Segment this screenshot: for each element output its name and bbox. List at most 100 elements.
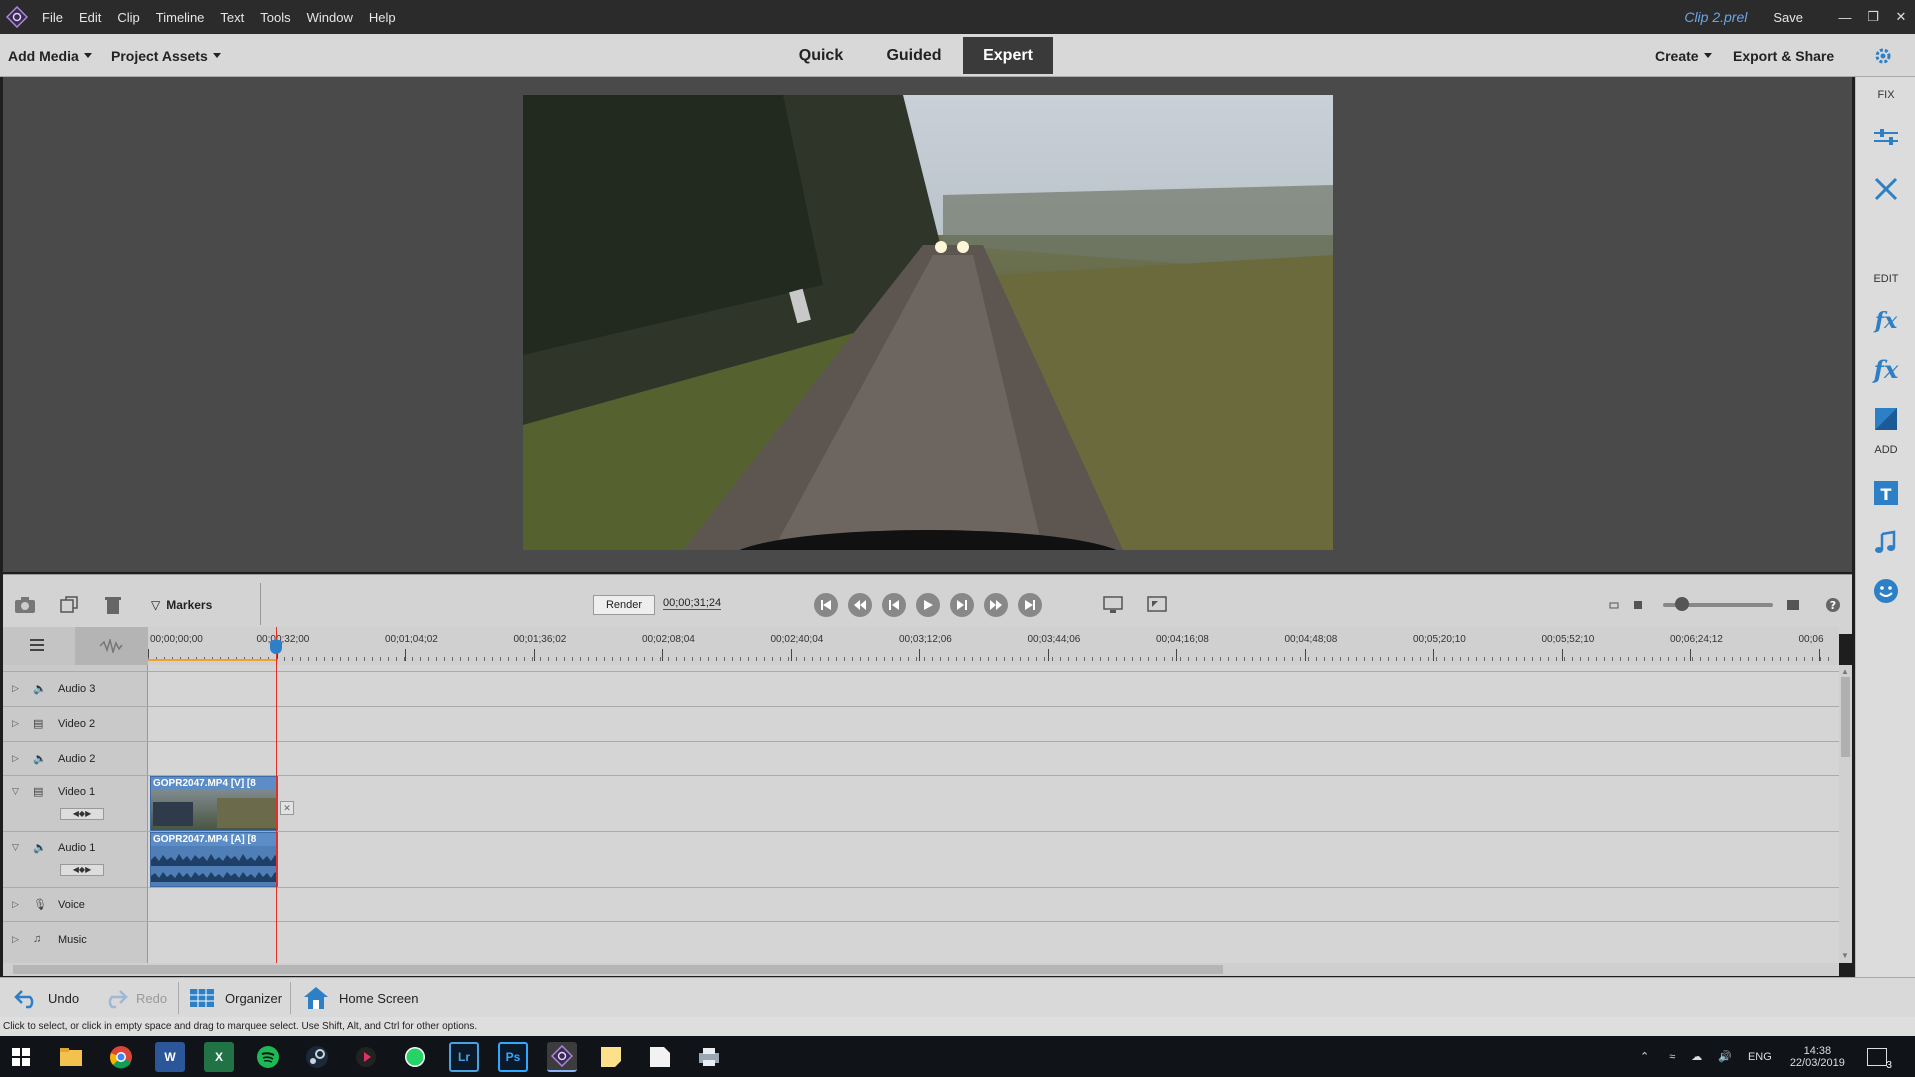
- media-player-icon[interactable]: [351, 1042, 381, 1072]
- playhead-line[interactable]: [276, 627, 277, 963]
- step-back-icon[interactable]: [882, 593, 906, 617]
- organizer-button[interactable]: Organizer: [189, 978, 282, 1018]
- work-area-bar[interactable]: [148, 659, 278, 661]
- track-voice[interactable]: ▷ 🎙 Voice: [3, 888, 1839, 922]
- fast-forward-icon[interactable]: [984, 593, 1008, 617]
- step-forward-icon[interactable]: [950, 593, 974, 617]
- zoom-slider-handle[interactable]: [1675, 597, 1689, 611]
- music-note-icon[interactable]: [1870, 527, 1902, 559]
- photoshop-icon[interactable]: Ps: [498, 1042, 528, 1072]
- chrome-icon[interactable]: [106, 1042, 136, 1072]
- export-share-button[interactable]: Export & Share: [1733, 34, 1834, 77]
- horizontal-scrollbar[interactable]: [3, 963, 1839, 976]
- help-icon[interactable]: ?: [1821, 594, 1845, 616]
- track-audio-2[interactable]: ▷ 🔈 Audio 2: [3, 742, 1839, 776]
- whatsapp-icon[interactable]: [400, 1042, 430, 1072]
- go-to-end-icon[interactable]: [1018, 593, 1042, 617]
- lightroom-icon[interactable]: Lr: [449, 1042, 479, 1072]
- action-center-icon[interactable]: 3: [1866, 1047, 1892, 1071]
- track-music[interactable]: ▷ ♫ Music: [3, 922, 1839, 963]
- menu-timeline[interactable]: Timeline: [148, 10, 213, 25]
- menu-text[interactable]: Text: [212, 10, 252, 25]
- camera-icon[interactable]: [13, 594, 37, 616]
- menu-help[interactable]: Help: [361, 10, 404, 25]
- menu-clip[interactable]: Clip: [109, 10, 147, 25]
- undo-button[interactable]: Undo: [14, 978, 79, 1018]
- trash-icon[interactable]: [101, 594, 125, 616]
- graphics-smiley-icon[interactable]: [1870, 575, 1902, 607]
- effects-icon[interactable]: fx: [1870, 353, 1902, 385]
- sticky-notes-icon[interactable]: [596, 1042, 626, 1072]
- track-video-1[interactable]: ▽ ▤ Video 1 ◀◆▶ GOPR2047.MP4 [V] [8 ✕: [3, 776, 1839, 832]
- volume-icon[interactable]: 🔊: [1718, 1050, 1732, 1063]
- printer-icon[interactable]: [694, 1042, 724, 1072]
- word-icon[interactable]: W: [155, 1042, 185, 1072]
- create-button[interactable]: Create: [1655, 34, 1712, 77]
- tab-quick[interactable]: Quick: [780, 37, 862, 74]
- file-explorer-icon[interactable]: [56, 1042, 86, 1072]
- go-to-start-icon[interactable]: [814, 593, 838, 617]
- onedrive-cloud-icon[interactable]: ☁: [1691, 1050, 1702, 1063]
- add-media-button[interactable]: Add Media: [8, 34, 92, 77]
- save-button[interactable]: Save: [1773, 10, 1803, 25]
- scroll-up-icon[interactable]: ▲: [1841, 667, 1850, 676]
- clock[interactable]: 14:38 22/03/2019: [1790, 1045, 1845, 1069]
- expand-arrow-icon[interactable]: ▷: [12, 718, 19, 729]
- menu-tools[interactable]: Tools: [252, 10, 298, 25]
- adjustments-sliders-icon[interactable]: [1870, 123, 1902, 155]
- clip-copy-icon[interactable]: [57, 594, 81, 616]
- settings-gear-icon[interactable]: [1873, 34, 1893, 77]
- keyframe-nav-icon[interactable]: ◀◆▶: [60, 864, 104, 876]
- rewind-icon[interactable]: [848, 593, 872, 617]
- track-audio-3[interactable]: ▷ 🔈 Audio 3: [3, 672, 1839, 707]
- horizontal-scroll-thumb[interactable]: [13, 965, 1223, 974]
- show-hidden-icons-icon[interactable]: ⌃: [1640, 1050, 1649, 1063]
- transition-placeholder-icon[interactable]: ✕: [280, 801, 294, 815]
- applied-effects-icon[interactable]: fx: [1870, 305, 1902, 337]
- markers-dropdown[interactable]: ▽ Markers: [151, 594, 241, 616]
- fullscreen-icon[interactable]: [1145, 594, 1169, 616]
- track-audio-1[interactable]: ▽ 🔈 Audio 1 ◀◆▶ GOPR2047.MP4 [A] [8: [3, 832, 1839, 888]
- titles-text-icon[interactable]: T: [1870, 477, 1902, 509]
- premiere-elements-taskbar-icon[interactable]: [547, 1042, 577, 1072]
- render-button[interactable]: Render: [593, 595, 655, 615]
- scroll-down-icon[interactable]: ▼: [1841, 951, 1850, 960]
- collapse-arrow-icon[interactable]: ▽: [12, 842, 19, 853]
- track-video-2[interactable]: ▷ ▤ Video 2: [3, 707, 1839, 742]
- transitions-icon[interactable]: [1870, 403, 1902, 435]
- restore-icon[interactable]: ❐: [1859, 0, 1887, 34]
- menu-window[interactable]: Window: [299, 10, 361, 25]
- audio-clip[interactable]: GOPR2047.MP4 [A] [8: [150, 832, 278, 887]
- current-timecode[interactable]: 00;00;31;24: [663, 597, 722, 610]
- project-assets-button[interactable]: Project Assets: [111, 34, 221, 77]
- network-icon[interactable]: ≈: [1669, 1051, 1675, 1063]
- input-language[interactable]: ENG: [1748, 1051, 1772, 1063]
- playhead-handle[interactable]: [270, 640, 282, 654]
- steam-icon[interactable]: [302, 1042, 332, 1072]
- video-preview-frame[interactable]: [523, 95, 1333, 550]
- close-icon[interactable]: ✕: [1887, 0, 1915, 34]
- audio-waveform-toggle-icon[interactable]: [75, 627, 148, 665]
- collapse-arrow-icon[interactable]: ▽: [12, 786, 19, 797]
- expand-arrow-icon[interactable]: ▷: [12, 683, 19, 694]
- tools-scissors-icon[interactable]: [1870, 173, 1902, 205]
- track-list-icon[interactable]: [28, 636, 46, 659]
- expand-arrow-icon[interactable]: ▷: [12, 753, 19, 764]
- video-clip[interactable]: GOPR2047.MP4 [V] [8: [150, 776, 278, 831]
- spotify-icon[interactable]: [253, 1042, 283, 1072]
- zoom-out-icon[interactable]: [1601, 594, 1625, 616]
- vertical-scroll-thumb[interactable]: [1841, 677, 1850, 757]
- zoom-in-icon[interactable]: [1781, 594, 1805, 616]
- minimize-icon[interactable]: —: [1831, 0, 1859, 34]
- expand-arrow-icon[interactable]: ▷: [12, 899, 19, 910]
- menu-edit[interactable]: Edit: [71, 10, 109, 25]
- zoom-small-icon[interactable]: [1626, 594, 1650, 616]
- play-icon[interactable]: [916, 593, 940, 617]
- windows-start-icon[interactable]: [6, 1042, 36, 1072]
- monitor-icon[interactable]: [1101, 594, 1125, 616]
- expand-arrow-icon[interactable]: ▷: [12, 934, 19, 945]
- tab-guided[interactable]: Guided: [870, 37, 958, 74]
- keyframe-nav-icon[interactable]: ◀◆▶: [60, 808, 104, 820]
- excel-icon[interactable]: X: [204, 1042, 234, 1072]
- vertical-scrollbar[interactable]: ▲ ▼: [1839, 665, 1852, 963]
